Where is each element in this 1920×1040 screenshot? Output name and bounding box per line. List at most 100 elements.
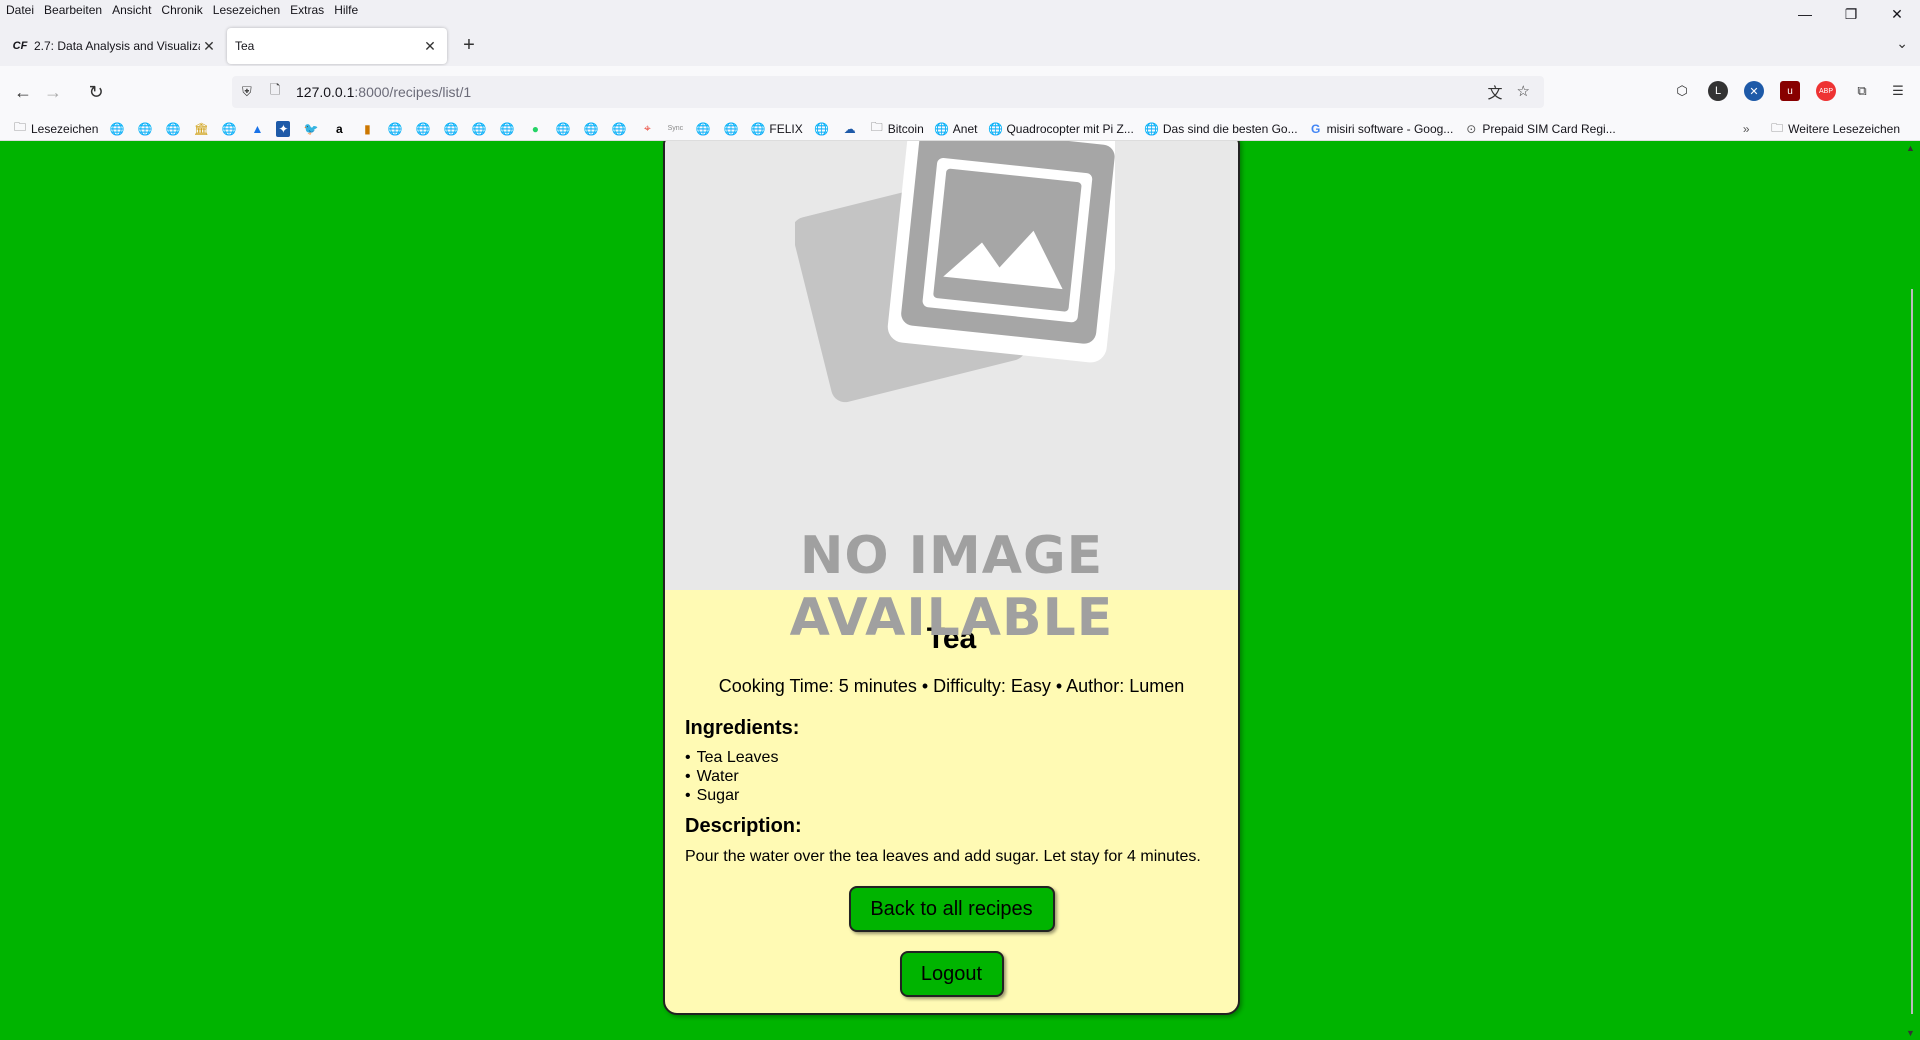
menu-bar: Datei Bearbeiten Ansicht Chronik Lesezei… (0, 0, 1920, 21)
globe-icon[interactable]: 🌐 (582, 121, 600, 137)
reload-icon[interactable]: ↻ (83, 79, 109, 105)
no-image-picture-icon (795, 141, 1115, 403)
bookmark-blue-icon[interactable]: ✦ (276, 120, 291, 137)
tab-tea[interactable]: Tea ✕ (227, 28, 447, 64)
bookmark-folder-weitere[interactable]: 🗀 Weitere Lesezeichen (1769, 121, 1900, 137)
nav-bar: ← → ↻ ⛨ 🗋 127.0.0.1:8000/recipes/list/1 … (0, 66, 1920, 117)
bookmark-label: Anet (952, 121, 978, 136)
bookmark-label: Prepaid SIM Card Regi... (1482, 121, 1616, 136)
recipe-meta: Cooking Time: 5 minutes • Difficulty: Ea… (718, 676, 1185, 696)
google-icon: G (1310, 121, 1321, 136)
menu-datei[interactable]: Datei (0, 0, 39, 21)
back-arrow-icon[interactable]: ← (10, 79, 36, 105)
globe-icon[interactable]: 🌐 (442, 121, 460, 137)
amazon-icon[interactable]: a (330, 121, 348, 137)
ingredient-item: Tea Leaves (685, 748, 1218, 767)
bookmark-label: Weitere Lesezeichen (1788, 122, 1900, 136)
chevron-double-right-icon[interactable]: » (1737, 121, 1755, 137)
bookmark-label: Bitcoin (887, 121, 924, 136)
google-drive-icon[interactable]: ▲ (248, 121, 266, 137)
tab-title: Tea (235, 39, 255, 53)
back-to-all-recipes-button[interactable]: Back to all recipes (848, 886, 1055, 932)
folder-icon: 🗀 (870, 120, 883, 134)
globe-icon: 🌐 (987, 121, 1003, 136)
hamburger-menu-icon[interactable]: ☰ (1888, 81, 1908, 101)
menu-ansicht[interactable]: Ansicht (107, 0, 156, 21)
globe-icon[interactable]: 🌐 (498, 121, 516, 137)
globe-icon[interactable]: 🌐 (610, 121, 628, 137)
scrollbar-thumb[interactable] (1911, 289, 1913, 1014)
globe-icon[interactable]: 🌐 (386, 121, 404, 137)
no-image-text: NO IMAGE AVAILABLE (665, 525, 1238, 649)
page-scrollbar[interactable]: ▲ ▼ (1903, 141, 1920, 1040)
twitter-icon[interactable]: 🐦 (302, 121, 320, 137)
bookmark-sim-icon: ⊙ (1466, 121, 1477, 136)
bookmark-misiri[interactable]: Gmisiri software - Goog... (1308, 121, 1454, 137)
bookmark-das-sind[interactable]: 🌐 Das sind die besten Go... (1144, 121, 1298, 137)
close-icon[interactable]: ✕ (421, 38, 439, 55)
page-viewport: NO IMAGE AVAILABLE Tea Cooking Time: 5 m… (0, 141, 1920, 1040)
globe-icon: 🌐 (1144, 121, 1160, 136)
ingredients-heading: Ingredients: (685, 717, 800, 739)
logout-button[interactable]: Logout (899, 951, 1004, 997)
ingredient-item: Water (685, 767, 1218, 786)
bookmark-quadrocopter[interactable]: 🌐 Quadrocopter mit Pi Z... (987, 121, 1134, 137)
globe-icon[interactable]: 🌐 (164, 121, 182, 137)
bookmark-label: misiri software - Goog... (1326, 121, 1454, 136)
shield-icon[interactable]: ⛨ (242, 84, 258, 100)
globe-icon[interactable]: 🌐 (136, 121, 154, 137)
globe-icon[interactable]: 🌐 (813, 121, 831, 137)
tab-title: 2.7: Data Analysis and Visualiza (34, 39, 200, 53)
bookmark-star-icon[interactable]: ☆ (1517, 82, 1530, 103)
translate-icon[interactable]: 文 (1488, 82, 1503, 103)
globe-icon[interactable]: 🌐 (554, 121, 572, 137)
forward-arrow-icon[interactable]: → (40, 79, 66, 105)
globe-icon[interactable]: 🌐 (108, 121, 126, 137)
whatsapp-icon[interactable]: ● (526, 121, 544, 137)
new-tab-plus-icon[interactable]: + (458, 35, 480, 57)
extensions-puzzle-icon[interactable]: ⧉ (1852, 81, 1872, 101)
scroll-up-icon[interactable]: ▲ (1906, 143, 1915, 153)
bookmark-folder-lesezeichen[interactable]: 🗀 Lesezeichen (12, 120, 99, 137)
bookmark-label: Lesezeichen (31, 121, 99, 136)
bookmark-label: Das sind die besten Go... (1162, 121, 1298, 136)
url-bar[interactable]: ⛨ 🗋 127.0.0.1:8000/recipes/list/1 文 ☆ (232, 76, 1544, 108)
page-icon[interactable]: 🗋 (270, 81, 286, 103)
url-host: 127.0.0.1 (296, 84, 355, 100)
bookmark-orange-icon[interactable]: ▮ (358, 121, 376, 137)
toolbar-icons: ⬡ L ✕ u ABP ⧉ ☰ (1672, 81, 1908, 101)
pocket-icon[interactable]: ⬡ (1672, 81, 1692, 101)
menu-chronik[interactable]: Chronik (156, 0, 207, 21)
bank-icon[interactable]: 🏛 (192, 121, 210, 137)
recipe-image-placeholder: NO IMAGE AVAILABLE (665, 141, 1238, 648)
folder-icon: 🗀 (1771, 120, 1784, 135)
menu-hilfe[interactable]: Hilfe (329, 0, 363, 21)
menu-extras[interactable]: Extras (285, 0, 329, 21)
globe-icon[interactable]: 🌐 (722, 121, 740, 137)
globe-icon[interactable]: 🌐 (220, 121, 238, 137)
tab-data-analysis[interactable]: CF 2.7: Data Analysis and Visualiza ✕ (4, 28, 226, 64)
account-l-icon[interactable]: L (1708, 81, 1728, 101)
adblock-icon[interactable]: ABP (1816, 81, 1836, 101)
bookmark-felix[interactable]: 🌐 FELIX (750, 121, 803, 137)
menu-lesezeichen[interactable]: Lesezeichen (208, 0, 285, 21)
bookmark-prepaid-sim[interactable]: ⊙ Prepaid SIM Card Regi... (1463, 121, 1615, 137)
chevron-down-icon[interactable]: ⌄ (1896, 35, 1908, 52)
maps-pin-icon[interactable]: ⌖ (638, 121, 656, 137)
bookmark-label: FELIX (769, 121, 803, 136)
sync-icon[interactable]: Sync (666, 121, 684, 137)
recipe-card: NO IMAGE AVAILABLE Tea Cooking Time: 5 m… (663, 141, 1240, 1015)
bookmark-anet[interactable]: 🌐 Anet (934, 121, 978, 137)
extension-x-icon[interactable]: ✕ (1744, 81, 1764, 101)
bookmark-folder-bitcoin[interactable]: 🗀 Bitcoin (869, 120, 924, 137)
globe-icon[interactable]: 🌐 (414, 121, 432, 137)
recipe-description: Pour the water over the tea leaves and a… (685, 848, 1201, 865)
scroll-down-icon[interactable]: ▼ (1906, 1028, 1915, 1038)
menu-bearbeiten[interactable]: Bearbeiten (39, 0, 107, 21)
cloud-icon[interactable]: ☁ (841, 121, 859, 137)
globe-icon[interactable]: 🌐 (470, 121, 488, 137)
ublock-icon[interactable]: u (1780, 81, 1800, 101)
close-icon[interactable]: ✕ (200, 38, 218, 55)
globe-icon[interactable]: 🌐 (694, 121, 712, 137)
globe-icon: 🌐 (750, 121, 766, 136)
